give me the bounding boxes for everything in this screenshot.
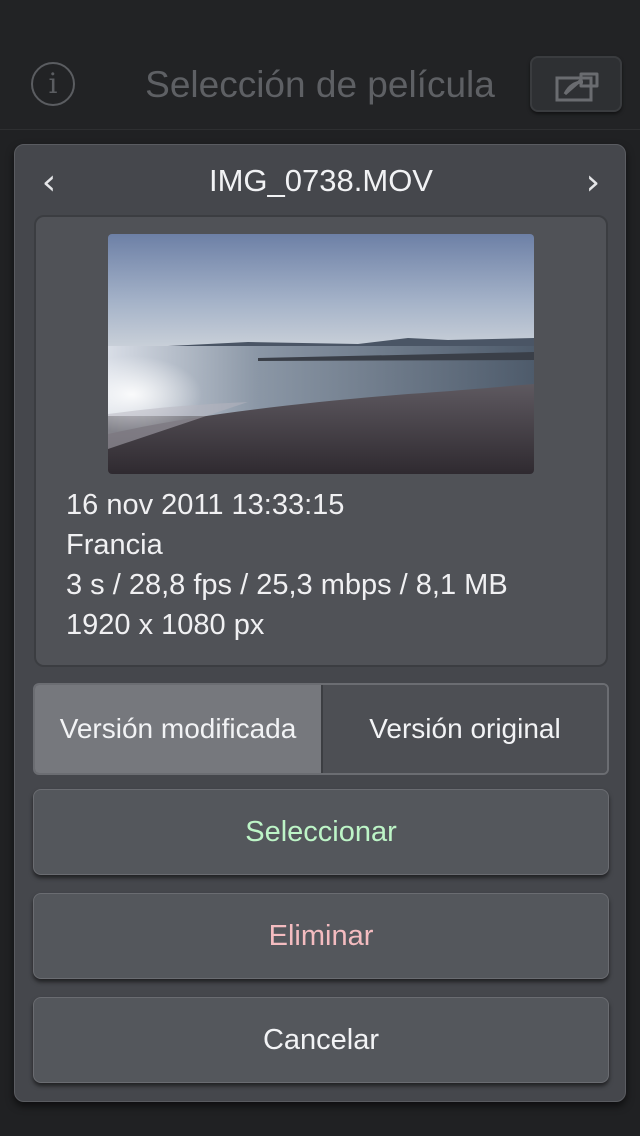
movie-location: Francia (66, 529, 163, 561)
movie-thumbnail (108, 234, 534, 474)
version-toggle: Versión modificada Versión original (33, 683, 609, 775)
share-icon (555, 72, 599, 102)
next-arrow-icon[interactable]: › (573, 165, 613, 201)
movie-info-box: 16 nov 2011 13:33:15 Francia 3 s / 28,8 … (34, 215, 608, 667)
original-version-tab[interactable]: Versión original (321, 685, 607, 773)
file-name: IMG_0738.MOV (209, 163, 433, 198)
previous-arrow-icon[interactable]: ‹ (29, 165, 69, 201)
modified-version-tab[interactable]: Versión modificada (35, 685, 321, 773)
movie-resolution: 1920 x 1080 px (66, 609, 265, 641)
share-button[interactable] (530, 56, 622, 112)
info-icon[interactable]: i (31, 62, 75, 106)
cancel-button[interactable]: Cancelar (33, 997, 609, 1083)
top-bar: i Selección de película (0, 0, 640, 130)
delete-button[interactable]: Eliminar (33, 893, 609, 979)
select-button[interactable]: Seleccionar (33, 789, 609, 875)
page-title: Selección de película (145, 64, 495, 105)
movie-date: 16 nov 2011 13:33:15 (66, 489, 345, 521)
movie-specs: 3 s / 28,8 fps / 25,3 mbps / 8,1 MB (66, 569, 508, 601)
movie-selection-panel: ‹ IMG_0738.MOV › 16 nov 2011 13:33:15 Fr… (14, 144, 626, 1102)
